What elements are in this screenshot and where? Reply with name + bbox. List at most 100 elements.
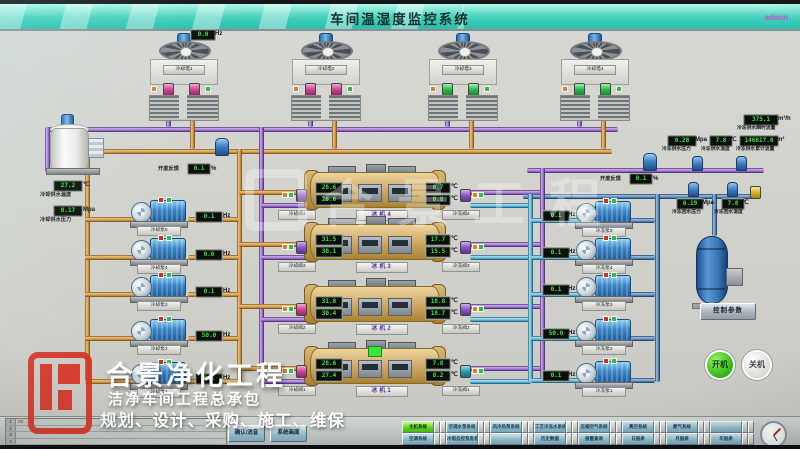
chiller-3[interactable]: 冰机3 31.5 30.1 17.7 ℃ 15.5 ℃ 冷却阀3 冷冻阀3 <box>270 218 510 272</box>
nav-compressed-air[interactable]: 压缩空气系统 <box>578 421 610 433</box>
cooling-valve-icon[interactable] <box>296 189 307 202</box>
chilled-valve-icon[interactable] <box>460 189 471 202</box>
pump-chilled-3[interactable]: 冷冻泵3 <box>575 272 632 310</box>
chiller-panel <box>358 298 382 316</box>
cooling-valve-icon[interactable] <box>296 241 307 254</box>
nav-alarm-query[interactable]: 报警查询 <box>578 433 610 445</box>
chiller-4[interactable]: 冰机4 28.6 28.6 0.7 ℃ 0.8 ℃ 冷却阀4 冷冻阀4 <box>270 166 510 220</box>
chilled-valve-icon[interactable] <box>460 303 471 316</box>
status-tag <box>616 86 622 92</box>
expansion-tank[interactable] <box>696 236 728 304</box>
pump-head-icon <box>131 321 152 342</box>
alarm-row-number: 1 <box>6 419 16 425</box>
nav-tower-pumphouse[interactable]: 冷塔自控泵房系统 <box>446 433 478 445</box>
tower-body: 冷却塔1 <box>150 59 218 85</box>
transmitter-icon <box>736 156 747 171</box>
pump-chilled-1[interactable]: 冷冻泵1 <box>575 358 632 396</box>
celsius-unit: ℃ <box>451 184 458 191</box>
nav-monthly-report[interactable]: 月报表 <box>666 433 698 445</box>
cooling-supply-press-label: 冷却供水压力 <box>40 217 71 223</box>
cooling-tower-4[interactable]: 冷却塔4 <box>558 33 630 121</box>
cooling-valve-label: 冷却阀3 <box>278 262 316 272</box>
nav-yearly-report[interactable]: 年报表 <box>710 433 742 445</box>
pump-motor <box>595 275 631 297</box>
chiller-1[interactable]: 冰机1 28.6 27.4 7.8 ℃ 8.2 ℃ 冷却阀1 冷冻阀1 <box>270 342 510 396</box>
impeller-icon <box>137 327 145 335</box>
mpa-unit: Mpa <box>695 137 707 144</box>
chiller-2[interactable]: 冰机2 31.8 30.4 18.8 ℃ 18.7 ℃ 冷却阀2 冷冻阀2 <box>270 280 510 334</box>
pump-cooling-4[interactable]: 冷却泵4 <box>130 235 187 273</box>
cooling-tower-1[interactable]: 冷却塔1 <box>147 33 219 121</box>
pump-motor <box>595 238 631 260</box>
chilled-valve-icon[interactable] <box>460 241 471 254</box>
control-valve-icon[interactable] <box>215 138 229 156</box>
tower-fan-icon <box>438 41 490 61</box>
alarm-table[interactable]: 1 05:… 2 3 4 <box>5 418 227 446</box>
chw-press-display: 0.28 <box>668 136 696 146</box>
status-tag <box>603 316 609 322</box>
chiller-panel <box>358 184 382 202</box>
alarm-row-number: 3 <box>6 432 16 438</box>
dosing-tank[interactable] <box>50 128 89 172</box>
nav-indicator <box>748 433 754 445</box>
nav-process-chilled-water[interactable]: 工艺冷冻水系统 <box>534 421 566 433</box>
chilled-valve-icon[interactable] <box>460 365 471 378</box>
tower-body: 冷却塔4 <box>561 59 629 85</box>
pump-cooling-5[interactable]: 冷却泵5 <box>130 197 187 235</box>
status-tag <box>603 235 609 241</box>
pump-chilled-5[interactable]: 冷冻泵5 <box>575 198 632 236</box>
return-press-label: 冷冻回水压力 <box>672 210 701 216</box>
nav-ac-water-pump[interactable]: 空调水泵系统 <box>446 421 478 433</box>
pump-label: 冷却泵1 <box>137 388 181 398</box>
valve-feedback-left-label: 开度反馈 <box>158 166 179 172</box>
pump-cooling-2[interactable]: 冷却泵2 <box>130 316 187 354</box>
chiller-panel <box>388 298 412 316</box>
cooling-valve-icon[interactable] <box>296 303 307 316</box>
pump-cooling-1[interactable]: 冷却泵1 <box>130 359 187 397</box>
stop-button[interactable]: 关机 <box>744 352 770 378</box>
control-valve-icon[interactable] <box>643 153 657 171</box>
tower-fan-icon <box>159 41 211 61</box>
tower-louver-divider <box>458 95 466 119</box>
status-tag <box>288 244 294 250</box>
pump-cooling-3[interactable]: 冷却泵3 <box>130 272 187 310</box>
cooling-valve-icon[interactable] <box>296 365 307 378</box>
panel-screen <box>392 364 408 370</box>
nav-blank[interactable] <box>710 421 742 433</box>
status-tag <box>166 316 172 322</box>
transmitter-icon <box>688 182 699 197</box>
transmitter-icon <box>692 156 703 171</box>
nav-main-system[interactable]: 主机系统 <box>402 421 434 433</box>
system-screen-button[interactable]: 系统画面 <box>270 425 307 442</box>
alarm-row-text <box>16 432 18 438</box>
cooling-tower-2[interactable]: 冷却塔2 <box>289 33 361 121</box>
alarm-ack-button[interactable]: 确认/消音 <box>228 425 265 442</box>
panel-screen <box>362 302 378 308</box>
celsius-unit: ℃ <box>451 248 458 255</box>
cooling-tower-3[interactable]: 冷却塔3 <box>426 33 498 121</box>
chiller-panel <box>358 360 382 378</box>
transmitter-icon <box>727 182 738 197</box>
nav-air-heat-pump[interactable]: 风冷热泵系统 <box>490 421 522 433</box>
celsius-unit: ℃ <box>451 360 458 367</box>
status-tag <box>151 86 157 92</box>
celsius-unit: ℃ <box>83 182 90 189</box>
pump-head-icon <box>131 277 152 298</box>
pump-chilled-4[interactable]: 冷冻泵4 <box>575 235 632 273</box>
control-params-button[interactable]: 控制参数 <box>700 303 756 320</box>
valve-icon[interactable] <box>750 186 761 199</box>
chiller-panel <box>358 236 382 254</box>
nav-daily-report[interactable]: 日报表 <box>622 433 654 445</box>
pump-chilled-2[interactable]: 冷冻泵2 <box>575 316 632 354</box>
nav-nitrogen[interactable]: 氮气系统 <box>666 421 698 433</box>
nav-blank[interactable] <box>490 433 522 445</box>
pump-head-icon <box>576 363 597 384</box>
start-button[interactable]: 开机 <box>707 352 733 378</box>
impeller-icon <box>582 246 590 254</box>
nav-history-data[interactable]: 历史数据 <box>534 433 566 445</box>
ev-out-temp: 18.7 <box>426 309 450 319</box>
cooling-valve-label: 冷却阀1 <box>278 386 316 396</box>
pump-head-icon <box>576 240 597 261</box>
nav-hvac[interactable]: 空调系统 <box>402 433 434 445</box>
nav-vacuum[interactable]: 真空系统 <box>622 421 654 433</box>
